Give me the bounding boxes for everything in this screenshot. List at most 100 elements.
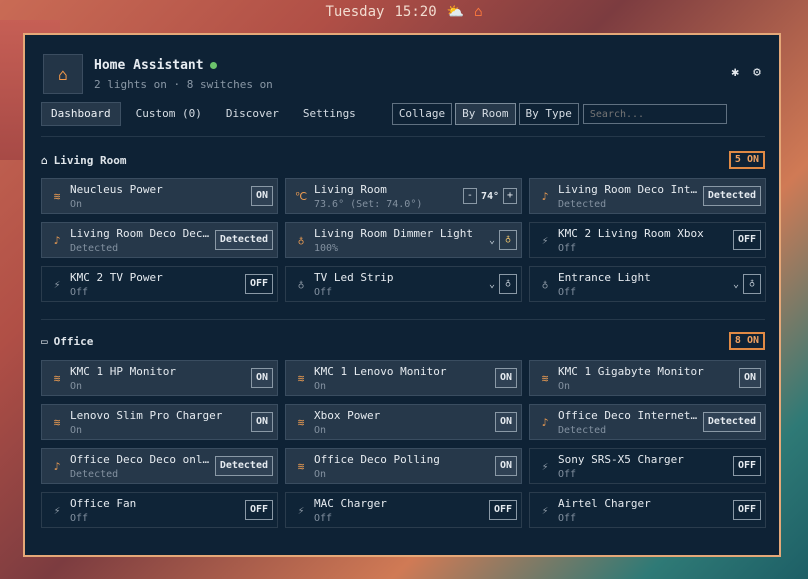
device-controls: Detected <box>214 230 273 250</box>
tab-custom[interactable]: Custom (0) <box>127 103 211 125</box>
toggle-button[interactable]: ON <box>250 412 273 432</box>
device-card-entrance-light[interactable]: ♁ Entrance Light Off ⌄ ♁ <box>529 266 766 302</box>
device-controls: ON <box>494 456 517 476</box>
bug-icon[interactable]: ✱ <box>731 65 739 80</box>
device-card-airtel-charger[interactable]: ⚡ Airtel Charger Off OFF <box>529 492 766 528</box>
gear-icon[interactable]: ⚙ <box>753 65 761 80</box>
device-card-living-room-deco-deco-online[interactable]: ♪Living Room Deco Deco onlineDetectedDet… <box>41 222 278 258</box>
toggle-button[interactable]: OFF <box>732 230 761 250</box>
device-controls: OFF <box>244 500 273 520</box>
bell-icon: ♪ <box>541 415 549 429</box>
toggle-button[interactable]: ON <box>250 368 273 388</box>
tab-settings[interactable]: Settings <box>294 103 365 125</box>
device-name: KMC 1 Lenovo Monitor <box>314 364 447 378</box>
device-card-neucleus-power[interactable]: ≋ Neucleus Power On ON <box>41 178 278 214</box>
device-controls: ⌄ ♁ <box>489 230 517 250</box>
device-text: Office Deco Deco online Detected <box>70 453 215 480</box>
toggle-button[interactable]: OFF <box>488 500 517 520</box>
device-card-kmc-1-gigabyte-monitor[interactable]: ≋ KMC 1 Gigabyte Monitor On ON <box>529 360 766 396</box>
light-toggle-button[interactable]: ♁ <box>743 274 761 294</box>
toggle-button[interactable]: Detected <box>214 230 273 250</box>
device-text: Sony SRS-X5 Charger Off <box>558 453 733 480</box>
device-card-kmc-2-living-room-xbox[interactable]: ⚡ KMC 2 Living Room Xbox Off OFF <box>529 222 766 258</box>
device-card-office-deco-polling[interactable]: ≋ Office Deco Polling On ON <box>285 448 522 484</box>
device-controls: ⌄ ♁ <box>733 274 761 294</box>
plug-icon: ⚡ <box>541 233 549 247</box>
device-text: Xbox Power On <box>314 409 495 436</box>
device-card-tv-led-strip[interactable]: ♁ TV Led Strip Off ⌄ ♁ <box>285 266 522 302</box>
app-subtitle: 2 lights on · 8 switches on <box>94 77 273 91</box>
light-toggle-button[interactable]: ♁ <box>499 230 517 250</box>
decrease-temp-button[interactable]: - <box>462 188 477 204</box>
section-on-count: 5 ON <box>728 151 765 169</box>
device-text: KMC 1 HP Monitor On <box>70 365 251 392</box>
device-text: KMC 2 TV Power Off <box>70 271 245 298</box>
device-state: On <box>70 380 83 392</box>
device-text: Living Room Deco Internet online Detected <box>558 183 703 210</box>
device-card-sony-srs-x5-charger[interactable]: ⚡ Sony SRS-X5 Charger Off OFF <box>529 448 766 484</box>
device-state: Off <box>558 286 577 298</box>
view-collage-button[interactable]: Collage <box>391 103 453 125</box>
device-card-kmc-1-hp-monitor[interactable]: ≋ KMC 1 HP Monitor On ON <box>41 360 278 396</box>
device-state: On <box>70 424 83 436</box>
device-controls: ON <box>494 368 517 388</box>
device-card-office-deco-internet-online[interactable]: ♪Office Deco Internet onlineDetectedDete… <box>529 404 766 440</box>
chevron-down-icon[interactable]: ⌄ <box>489 279 495 290</box>
device-name: Living Room <box>314 182 387 196</box>
device-card-office-fan[interactable]: ⚡ Office Fan Off OFF <box>41 492 278 528</box>
toggle-button[interactable]: OFF <box>732 500 761 520</box>
device-card-xbox-power[interactable]: ≋ Xbox Power On ON <box>285 404 522 440</box>
device-card-kmc-1-lenovo-monitor[interactable]: ≋ KMC 1 Lenovo Monitor On ON <box>285 360 522 396</box>
toggle-button[interactable]: OFF <box>244 500 273 520</box>
device-card-mac-charger[interactable]: ⚡ MAC Charger Off OFF <box>285 492 522 528</box>
view-by-room-button[interactable]: By Room <box>455 103 516 125</box>
chevron-down-icon[interactable]: ⌄ <box>733 279 739 290</box>
view-by-type-button[interactable]: By Type <box>518 103 579 125</box>
toggle-button[interactable]: OFF <box>244 274 273 294</box>
laptop-icon: ▭ <box>41 334 48 348</box>
device-card-living-room[interactable]: ℃ Living Room 73.6° (Set: 74.0°) -74° + <box>285 178 522 214</box>
toggle-button[interactable]: Detected <box>214 456 273 476</box>
wifi-icon: ≋ <box>53 415 61 429</box>
toggle-button[interactable]: ON <box>738 368 761 388</box>
device-card-living-room-deco-internet-online[interactable]: ♪Living Room Deco Internet onlineDetecte… <box>529 178 766 214</box>
device-card-lenovo-slim-pro-charger[interactable]: ≋ Lenovo Slim Pro Charger On ON <box>41 404 278 440</box>
device-card-office-deco-deco-online[interactable]: ♪ Office Deco Deco online Detected Detected <box>41 448 278 484</box>
toggle-button[interactable]: ON <box>250 186 273 206</box>
device-state: Off <box>70 512 89 524</box>
device-name: Living Room Dimmer Light <box>314 226 473 240</box>
topbar-time: 15:20 <box>394 4 437 20</box>
toggle-button[interactable]: Detected <box>702 412 761 432</box>
toggle-button[interactable]: ON <box>494 412 517 432</box>
device-name: Office Deco Deco online <box>70 452 215 466</box>
temperature-setpoint: 74° <box>480 190 499 202</box>
device-name: Neucleus Power <box>70 182 163 196</box>
device-state: Off <box>314 286 333 298</box>
device-card-living-room-dimmer-light[interactable]: ♁ Living Room Dimmer Light 100% ⌄ ♁ <box>285 222 522 258</box>
wifi-icon: ≋ <box>53 371 61 385</box>
chevron-down-icon[interactable]: ⌄ <box>489 235 495 246</box>
home-assistant-tray-icon[interactable]: ⌂ <box>474 4 482 20</box>
device-state: Off <box>314 512 333 524</box>
toggle-button[interactable]: ON <box>494 368 517 388</box>
system-topbar: Tuesday 15:20 ⛅ ⌂ <box>0 0 808 24</box>
device-card-kmc-2-tv-power[interactable]: ⚡ KMC 2 TV Power Off OFF <box>41 266 278 302</box>
increase-temp-button[interactable]: + <box>503 188 517 204</box>
tab-discover[interactable]: Discover <box>217 103 288 125</box>
light-toggle-button[interactable]: ♁ <box>499 274 517 294</box>
device-state: Detected <box>70 242 119 254</box>
bulb-icon: ♁ <box>297 233 305 247</box>
search-input[interactable] <box>582 104 727 124</box>
device-name: KMC 2 Living Room Xbox <box>558 226 704 240</box>
topbar-day: Tuesday <box>325 4 385 20</box>
device-text: KMC 2 Living Room Xbox Off <box>558 227 733 254</box>
toggle-button[interactable]: ON <box>494 456 517 476</box>
device-text: Entrance Light Off <box>558 271 733 298</box>
section-header-office: ▭ Office 8 ON <box>41 332 765 350</box>
toggle-button[interactable]: OFF <box>732 456 761 476</box>
tab-dashboard[interactable]: Dashboard <box>41 102 121 126</box>
device-state: 73.6° (Set: 74.0°) <box>314 198 423 210</box>
device-state: Detected <box>558 198 607 210</box>
device-state: On <box>558 380 571 392</box>
toggle-button[interactable]: Detected <box>702 186 761 206</box>
